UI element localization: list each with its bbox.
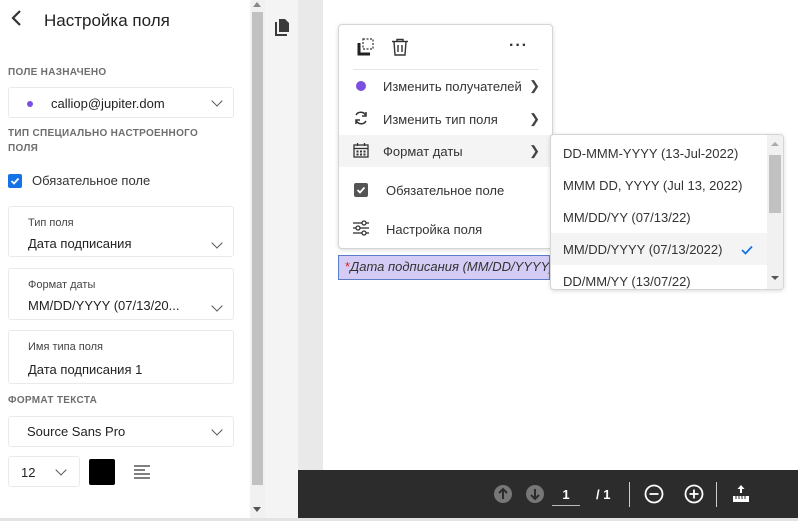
date-option-selected[interactable]: MM/DD/YYYY (07/13/2022) xyxy=(551,233,767,265)
align-left-icon[interactable] xyxy=(134,465,150,479)
field-placeholder: Дата подписания (MM/DD/YYYY) xyxy=(350,259,550,274)
date-option[interactable]: DD-MMM-YYYY (13-Jul-2022) xyxy=(551,137,767,169)
duplicate-icon[interactable] xyxy=(357,38,375,61)
date-option-label: MM/DD/YY (07/13/22) xyxy=(563,209,691,225)
date-option-label: MM/DD/YYYY (07/13/2022) xyxy=(563,241,723,257)
checkmark-icon xyxy=(741,243,753,258)
next-page-icon[interactable] xyxy=(526,485,544,508)
field-name-label: Имя типа поля xyxy=(28,341,104,353)
recipient-dot-icon xyxy=(27,101,33,107)
page-gutter xyxy=(298,0,323,470)
toolbar-divider xyxy=(716,482,717,507)
field-name-value[interactable]: Дата подписания 1 xyxy=(28,362,142,377)
font-size-select[interactable]: 12 xyxy=(8,456,80,487)
chevron-right-icon: ❯ xyxy=(529,78,540,93)
fit-width-icon[interactable] xyxy=(732,484,750,509)
date-option[interactable]: MM/DD/YY (07/13/22) xyxy=(551,201,767,233)
checkbox-checked-icon[interactable] xyxy=(8,173,22,188)
chevron-down-icon xyxy=(211,95,223,107)
chevron-down-icon xyxy=(55,464,67,476)
chevron-right-icon: ❯ xyxy=(529,143,540,158)
assigned-section-label: ПОЛЕ НАЗНАЧЕНО xyxy=(8,67,107,78)
panel-scrollbar[interactable] xyxy=(250,0,265,521)
date-option-label: DD-MMM-YYYY (13-Jul-2022) xyxy=(563,145,739,161)
text-format-label: ФОРМАТ ТЕКСТА xyxy=(8,395,98,406)
field-type-value: Дата подписания xyxy=(28,236,132,251)
chevron-down-icon xyxy=(211,300,223,312)
field-type-label: Тип поля xyxy=(28,217,74,229)
required-label: Обязательное поле xyxy=(32,173,151,188)
field-name-input[interactable]: Имя типа поля Дата подписания 1 xyxy=(8,330,234,384)
date-format-label: Формат даты xyxy=(28,279,96,291)
date-option[interactable]: MMM DD, YYYY (Jul 13, 2022) xyxy=(551,169,767,201)
checkbox-icon xyxy=(354,183,368,197)
scroll-up-arrow-icon[interactable] xyxy=(771,142,779,146)
scroll-down-arrow-icon[interactable] xyxy=(771,276,779,280)
trash-icon[interactable] xyxy=(391,38,409,61)
date-format-select[interactable]: Формат даты MM/DD/YYYY (07/13/20... xyxy=(8,268,234,320)
menu-item-label: Изменить тип поля xyxy=(383,111,498,127)
zoom-in-icon[interactable] xyxy=(684,484,704,509)
font-value: Source Sans Pro xyxy=(27,424,126,439)
menu-item-label: Обязательное поле xyxy=(386,182,505,198)
date-option[interactable]: DD/MM/YY (13/07/22) xyxy=(551,265,767,289)
font-select[interactable]: Source Sans Pro xyxy=(8,416,234,447)
scrollbar-thumb[interactable] xyxy=(252,12,263,485)
assignee-select[interactable]: calliop@jupiter.dom xyxy=(8,87,234,118)
date-option-label: MMM DD, YYYY (Jul 13, 2022) xyxy=(563,177,743,193)
menu-item-change-field-type[interactable]: Изменить тип поля ❯ xyxy=(339,103,552,135)
more-icon[interactable]: ··· xyxy=(509,37,528,55)
font-size-value: 12 xyxy=(21,465,36,480)
scrollbar-thumb[interactable] xyxy=(769,155,781,213)
page-total: / 1 xyxy=(596,487,611,502)
date-signed-field[interactable]: *Дата подписания (MM/DD/YYYY) xyxy=(338,255,550,280)
menu-item-required[interactable]: Обязательное поле xyxy=(339,174,552,206)
scroll-up-arrow-icon[interactable] xyxy=(253,2,261,7)
menu-item-change-recipients[interactable]: Изменить получателей ❯ xyxy=(339,70,552,102)
icon-rail xyxy=(265,0,298,521)
date-format-value: MM/DD/YYYY (07/13/20... xyxy=(28,298,180,313)
menu-item-field-settings[interactable]: Настройка поля xyxy=(339,213,552,245)
custom-type-label: ТИП СПЕЦИАЛЬНО НАСТРОЕННОГО ПОЛЯ xyxy=(8,128,199,154)
menu-item-label: Настройка поля xyxy=(386,221,483,237)
page-number-input[interactable]: 1 xyxy=(552,484,580,506)
date-format-submenu: DD-MMM-YYYY (13-Jul-2022) MMM DD, YYYY (… xyxy=(550,134,784,290)
pages-icon[interactable] xyxy=(275,18,291,41)
menu-item-label: Формат даты xyxy=(383,143,463,159)
back-button[interactable] xyxy=(10,9,30,33)
menu-item-date-format[interactable]: Формат даты ❯ xyxy=(339,135,552,167)
field-type-select[interactable]: Тип поля Дата подписания xyxy=(8,206,234,257)
menu-item-label: Изменить получателей xyxy=(383,78,522,94)
text-color-swatch[interactable] xyxy=(89,459,115,485)
page-toolbar: 1 / 1 xyxy=(298,470,798,518)
toolbar-divider xyxy=(629,482,630,507)
chevron-down-icon xyxy=(211,424,223,436)
recipient-dot-icon xyxy=(356,81,366,91)
chevron-down-icon xyxy=(211,237,223,249)
assignee-value: calliop@jupiter.dom xyxy=(51,96,165,111)
scroll-down-arrow-icon[interactable] xyxy=(253,507,261,512)
calendar-icon xyxy=(353,142,369,161)
submenu-scrollbar[interactable] xyxy=(767,135,783,289)
field-settings-panel: Настройка поля ПОЛЕ НАЗНАЧЕНО calliop@ju… xyxy=(0,0,250,521)
date-option-label: DD/MM/YY (13/07/22) xyxy=(563,273,691,289)
zoom-out-icon[interactable] xyxy=(644,484,664,509)
field-context-menu: ··· Изменить получателей ❯ Изменить тип … xyxy=(338,24,553,249)
sliders-icon xyxy=(352,219,370,239)
chevron-right-icon: ❯ xyxy=(529,111,540,126)
refresh-icon xyxy=(353,110,369,129)
required-checkbox-row[interactable]: Обязательное поле xyxy=(8,173,150,188)
panel-title: Настройка поля xyxy=(44,11,170,30)
previous-page-icon[interactable] xyxy=(494,485,512,508)
